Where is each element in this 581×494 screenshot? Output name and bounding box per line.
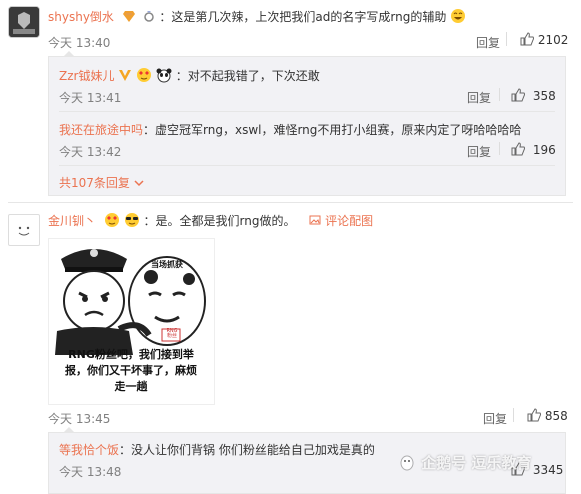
reply-text: ：对不起我错了，下次还敢 (175, 69, 320, 83)
reply-author[interactable]: 等我恰个饭 (59, 443, 119, 457)
comment-divider (8, 202, 573, 203)
chevron-down-icon (134, 177, 144, 191)
meme-top-text: 当场抓获 (151, 260, 183, 269)
laugh-emoji-icon (450, 8, 466, 27)
ring-icon (142, 9, 156, 26)
like-count: 858 (544, 409, 568, 423)
reply-button[interactable]: 回复 (483, 410, 507, 427)
like-count: 196 (532, 143, 556, 157)
meme-badge-text: RNG 粉丝 (166, 328, 178, 339)
image-icon (309, 214, 321, 229)
reply-text: ：虚空冠军rng，xswl，难怪rng不用打小组赛，原来内定了呀哈哈哈哈 (143, 123, 522, 137)
sunglasses-emoji-icon (124, 212, 140, 231)
reply-time: 今天 13:48 (59, 465, 122, 479)
reply-author[interactable]: 我还在旅途中吗 (59, 123, 143, 137)
comment-text: ：这是第几次辣，上次把我们ad的名字写成rng的辅助 (159, 10, 447, 24)
smiley-avatar-icon (18, 226, 30, 236)
like-count: 2102 (537, 33, 569, 47)
heart-face-emoji-icon (104, 212, 120, 231)
like-count: 3345 (532, 463, 564, 477)
avatar[interactable] (8, 214, 40, 246)
reply-list: Zzr钺妹儿 ：对不起我错了，下次还敢 今天 13:41 回复 358 我还在旅… (48, 51, 566, 196)
comment-image-link[interactable]: 评论配图 (325, 214, 373, 228)
like-button[interactable]: 358 (511, 88, 556, 105)
meme-caption: RNG粉丝吧，我们接到举报，你们又干坏事了，麻烦走一趟 (65, 348, 197, 393)
panda-emoji-icon (156, 67, 172, 86)
comment-author[interactable]: shyshy倒水 (48, 10, 114, 24)
like-button[interactable]: 858 (527, 408, 568, 425)
like-button[interactable]: 196 (511, 142, 556, 159)
watermark-text: 企鹅号 逗乐教育 (421, 454, 532, 472)
reply-button[interactable]: 回复 (467, 89, 491, 106)
more-replies-link[interactable]: 共107条回复 (59, 174, 144, 191)
thumbs-up-icon (511, 88, 525, 105)
watermark: 企鹅号 逗乐教育 (398, 452, 531, 475)
vip-badge-icon (118, 68, 132, 85)
reply-button[interactable]: 回复 (467, 143, 491, 160)
comment-image[interactable]: 当场抓获 RNG 粉丝 RNG粉丝吧，我们接到举报，你们又干坏事了，麻烦走一趟 (48, 238, 215, 405)
reply-button[interactable]: 回复 (476, 34, 500, 51)
like-count: 358 (532, 89, 556, 103)
reply-author[interactable]: Zzr钺妹儿 (59, 69, 114, 83)
medal-icon (122, 9, 136, 26)
thumbs-up-icon (520, 32, 534, 49)
more-replies-label: 共107条回复 (59, 176, 130, 190)
team-logo-icon (9, 7, 39, 37)
thumbs-up-icon (527, 408, 541, 425)
reply-text: ：没人让你们背锅 你们粉丝能给自己加戏是真的 (119, 443, 375, 457)
thumbs-up-icon (511, 142, 525, 159)
comment-time: 今天 13:45 (48, 412, 111, 426)
avatar[interactable] (8, 6, 40, 38)
reply-time: 今天 13:42 (59, 145, 122, 159)
heart-face-emoji-icon (136, 67, 152, 86)
comment-author[interactable]: 金川钏丶 (48, 214, 96, 228)
comment-time: 今天 13:40 (48, 36, 111, 50)
like-button[interactable]: 2102 (520, 32, 568, 49)
comment-text: ：是。全都是我们rng做的。 (143, 214, 296, 228)
penguin-logo-icon (398, 453, 416, 475)
reply-time: 今天 13:41 (59, 91, 122, 105)
